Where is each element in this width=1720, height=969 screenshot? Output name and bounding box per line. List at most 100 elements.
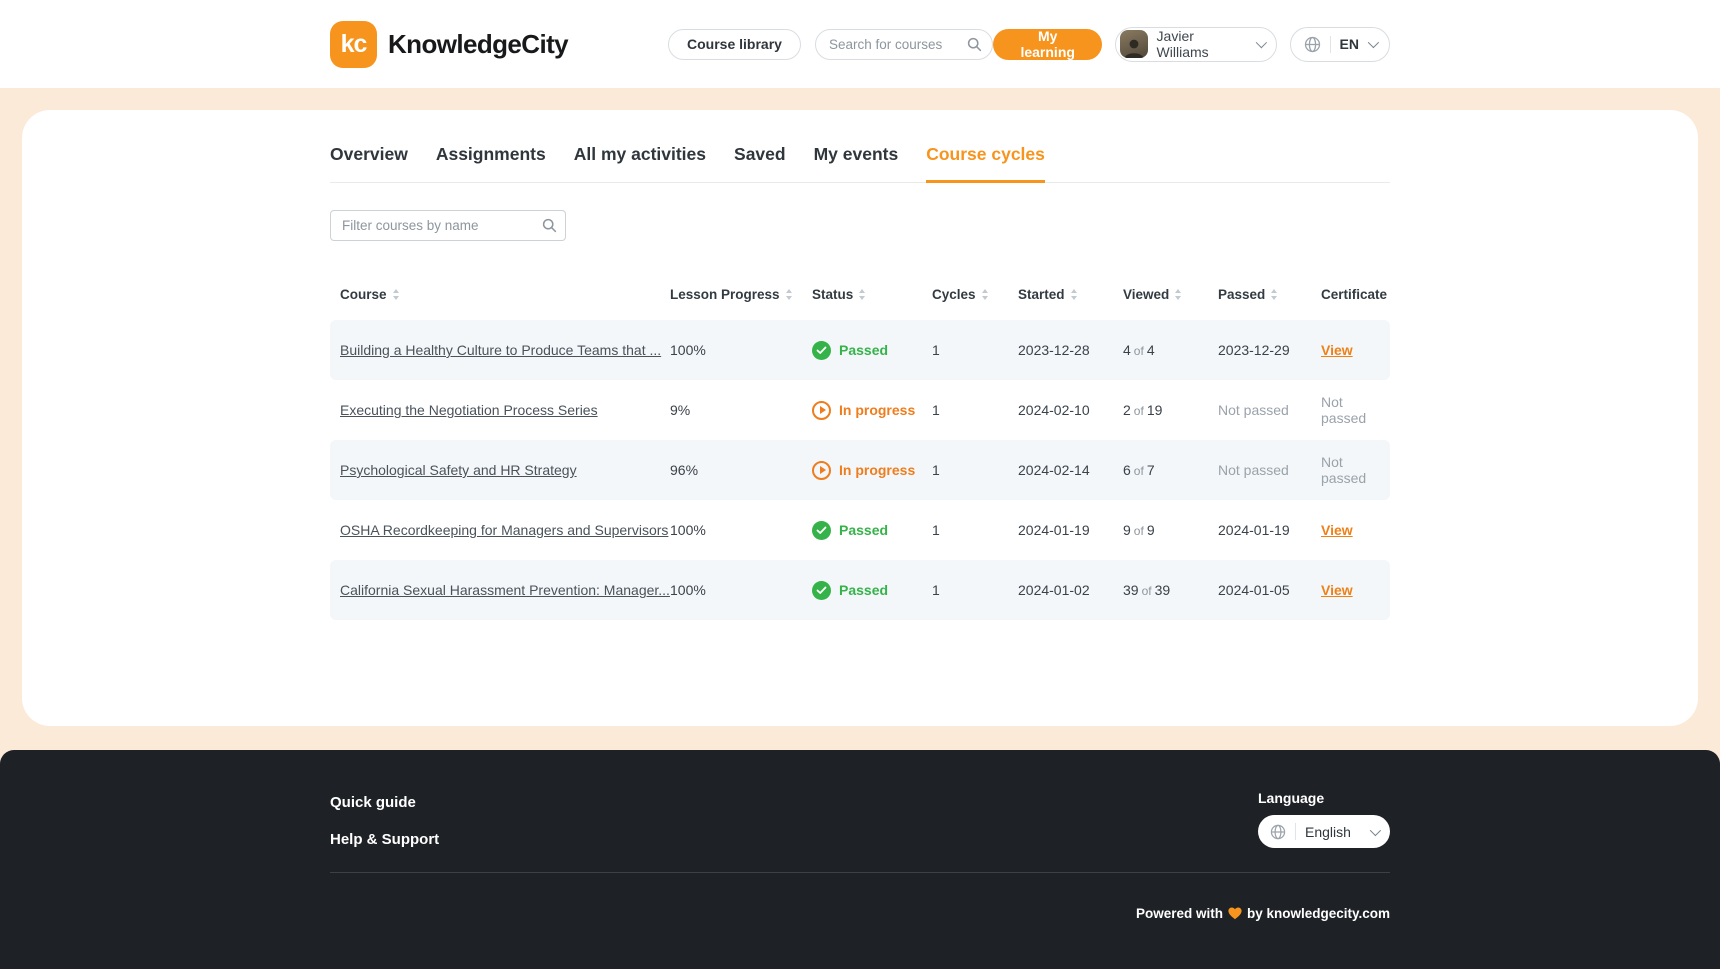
column-header-passed[interactable]: Passed	[1218, 287, 1321, 302]
viewed-value: 2of19	[1123, 402, 1218, 418]
sort-icon	[786, 289, 792, 300]
passed-date: 2023-12-29	[1218, 342, 1321, 358]
tab-overview[interactable]: Overview	[330, 144, 408, 183]
viewed-value: 9of9	[1123, 522, 1218, 538]
status-label: In progress	[839, 462, 915, 478]
chevron-down-icon	[1368, 37, 1379, 48]
course-link[interactable]: OSHA Recordkeeping for Managers and Supe…	[340, 522, 668, 538]
table-row: California Sexual Harassment Prevention:…	[330, 560, 1390, 620]
started-date: 2024-01-19	[1018, 522, 1123, 538]
search-icon	[967, 37, 982, 52]
powered-by: Powered with by knowledgecity.com	[1136, 906, 1390, 921]
chevron-down-icon	[1370, 824, 1381, 835]
divider	[1295, 823, 1296, 840]
main-card: Overview Assignments All my activities S…	[22, 110, 1698, 726]
cycles-value: 1	[932, 402, 1018, 418]
certificate-status: Not passed	[1321, 454, 1390, 486]
sort-icon	[982, 289, 988, 300]
user-name: Javier Williams	[1157, 28, 1247, 60]
passed-date: 2024-01-05	[1218, 582, 1321, 598]
sort-icon	[1175, 289, 1181, 300]
status-label: Passed	[839, 522, 888, 538]
user-avatar	[1120, 30, 1147, 58]
header-language-select[interactable]: EN	[1290, 27, 1390, 62]
footer-language-select[interactable]: English	[1258, 815, 1390, 848]
sort-icon	[1071, 289, 1077, 300]
status-label: Passed	[839, 342, 888, 358]
table-row: Executing the Negotiation Process Series…	[330, 380, 1390, 440]
sort-icon	[1271, 289, 1277, 300]
brand-logo[interactable]: kc KnowledgeCity	[330, 21, 568, 68]
footer-divider	[330, 872, 1390, 873]
status-label: Passed	[839, 582, 888, 598]
column-header-viewed[interactable]: Viewed	[1123, 287, 1218, 302]
tab-bar: Overview Assignments All my activities S…	[330, 144, 1390, 183]
status-label: In progress	[839, 402, 915, 418]
globe-icon	[1270, 824, 1286, 840]
tab-course-cycles[interactable]: Course cycles	[926, 144, 1045, 183]
lesson-progress-value: 9%	[670, 402, 812, 418]
course-link[interactable]: California Sexual Harassment Prevention:…	[340, 582, 670, 598]
course-library-button[interactable]: Course library	[668, 29, 801, 60]
column-header-course[interactable]: Course	[330, 287, 670, 302]
started-date: 2024-01-02	[1018, 582, 1123, 598]
column-header-certificate: Certificate	[1321, 287, 1390, 302]
user-menu[interactable]: Javier Williams	[1115, 27, 1276, 62]
quick-guide-link[interactable]: Quick guide	[330, 794, 416, 811]
course-link[interactable]: Executing the Negotiation Process Series	[340, 402, 598, 418]
kc-logo-icon: kc	[330, 21, 377, 68]
viewed-value: 39of39	[1123, 582, 1218, 598]
view-certificate-link[interactable]: View	[1321, 342, 1353, 358]
tab-my-events[interactable]: My events	[814, 144, 899, 183]
my-learning-button[interactable]: My learning	[993, 29, 1103, 60]
language-label: Language	[1258, 790, 1390, 806]
column-header-status[interactable]: Status	[812, 287, 932, 302]
table-header-row: Course Lesson Progress Status Cycles Sta…	[330, 287, 1390, 320]
language-code: EN	[1340, 36, 1359, 52]
cycles-value: 1	[932, 522, 1018, 538]
certificate-status: Not passed	[1321, 394, 1390, 426]
table-row: Psychological Safety and HR Strategy 96%…	[330, 440, 1390, 500]
course-link[interactable]: Building a Healthy Culture to Produce Te…	[340, 342, 661, 358]
footer-language-block: Language English	[1258, 790, 1390, 848]
brand-name: KnowledgeCity	[388, 29, 568, 60]
tab-saved[interactable]: Saved	[734, 144, 786, 183]
column-header-lesson-progress[interactable]: Lesson Progress	[670, 287, 812, 302]
view-certificate-link[interactable]: View	[1321, 522, 1353, 538]
course-filter-input[interactable]	[330, 210, 566, 241]
cycles-value: 1	[932, 342, 1018, 358]
viewed-value: 6of7	[1123, 462, 1218, 478]
course-link[interactable]: Psychological Safety and HR Strategy	[340, 462, 577, 478]
table-row: Building a Healthy Culture to Produce Te…	[330, 320, 1390, 380]
lesson-progress-value: 96%	[670, 462, 812, 478]
in-progress-play-icon	[812, 461, 831, 480]
cycles-value: 1	[932, 582, 1018, 598]
started-date: 2023-12-28	[1018, 342, 1123, 358]
tab-all-my-activities[interactable]: All my activities	[574, 144, 706, 183]
page-footer: Quick guide Help & Support Language Engl…	[0, 750, 1720, 969]
sort-icon	[393, 289, 399, 300]
tab-assignments[interactable]: Assignments	[436, 144, 546, 183]
passed-date: Not passed	[1218, 462, 1321, 478]
language-value: English	[1305, 824, 1351, 840]
started-date: 2024-02-14	[1018, 462, 1123, 478]
in-progress-play-icon	[812, 401, 831, 420]
divider	[1330, 36, 1331, 53]
course-search	[815, 29, 993, 60]
lesson-progress-value: 100%	[670, 582, 812, 598]
sort-icon	[859, 289, 865, 300]
heart-icon	[1228, 907, 1242, 920]
passed-date: Not passed	[1218, 402, 1321, 418]
view-certificate-link[interactable]: View	[1321, 582, 1353, 598]
column-header-started[interactable]: Started	[1018, 287, 1123, 302]
viewed-value: 4of4	[1123, 342, 1218, 358]
started-date: 2024-02-10	[1018, 402, 1123, 418]
passed-check-icon	[812, 521, 831, 540]
top-header: kc KnowledgeCity Course library My learn…	[0, 0, 1720, 88]
course-filter	[330, 210, 566, 241]
column-header-cycles[interactable]: Cycles	[932, 287, 1018, 302]
lesson-progress-value: 100%	[670, 342, 812, 358]
table-row: OSHA Recordkeeping for Managers and Supe…	[330, 500, 1390, 560]
lesson-progress-value: 100%	[670, 522, 812, 538]
help-support-link[interactable]: Help & Support	[330, 831, 439, 848]
